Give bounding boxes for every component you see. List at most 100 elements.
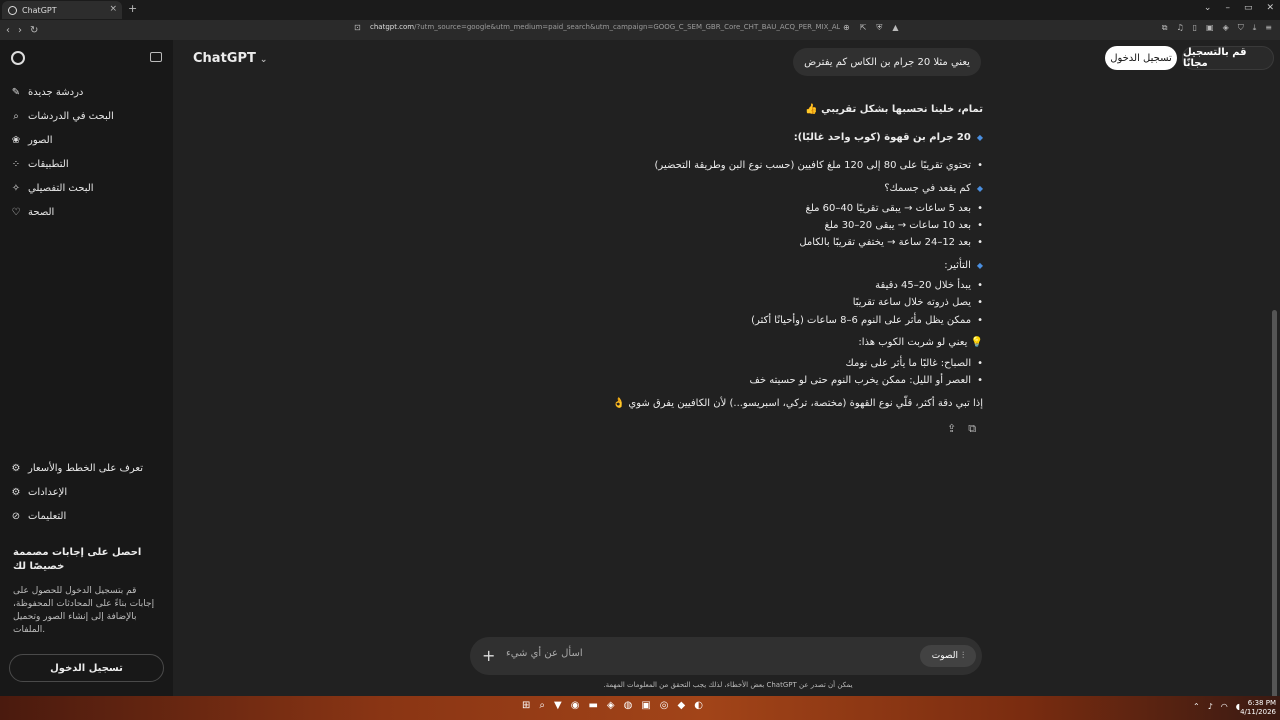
sidebar-item-label: تعرف على الخطط والأسعار xyxy=(28,462,144,474)
app-icon[interactable]: ◐ xyxy=(694,700,703,711)
response-closing: إذا تبي دقة أكثر، قلّي نوع القهوة (مختصة… xyxy=(612,398,983,409)
forward-icon[interactable]: › xyxy=(18,25,22,36)
sidebar-item-settings[interactable]: ⚙ الإعدادات xyxy=(10,481,165,503)
new-chat-icon: ✎ xyxy=(11,86,21,98)
sidebar-item-label: البحث في الدردشات xyxy=(28,110,114,122)
browser-tab[interactable]: ChatGPT × xyxy=(2,1,122,19)
terminal-icon[interactable]: ▣ xyxy=(641,700,650,711)
tab-title: ChatGPT xyxy=(22,5,57,15)
new-tab-button[interactable]: + xyxy=(128,2,137,15)
back-icon[interactable]: ‹ xyxy=(6,25,10,36)
microphone-icon[interactable]: ♪ xyxy=(1208,702,1213,711)
tray-chevron-icon[interactable]: ⌃ xyxy=(1193,702,1200,711)
sidebar-item-help[interactable]: ⊘ التعليمات xyxy=(10,505,165,527)
chatgpt-logo-icon[interactable] xyxy=(11,51,25,65)
model-switcher[interactable]: ChatGPT ⌄ xyxy=(193,51,267,66)
toolbar-icons: ⧉ ♫ ▯ ▣ ◈ ⛉ ⤓ ≡ xyxy=(1162,23,1272,33)
scrollbar[interactable] xyxy=(1272,310,1277,710)
steam-icon[interactable]: ◎ xyxy=(660,700,669,711)
images-icon: ❀ xyxy=(11,134,21,146)
list-item: •بعد 10 ساعات → يبقى 20–30 ملغ xyxy=(824,220,983,231)
app-icon[interactable]: ◍ xyxy=(624,700,633,711)
search-icon: ⌕ xyxy=(13,110,19,122)
section-title: 20 جرام بن قهوة (كوب واحد غالبًا): xyxy=(793,132,971,143)
shield-icon[interactable]: ⛨ xyxy=(876,23,882,33)
taskbar: ⊞ ⌕ ▼ ◉ ▬ ◈ ◍ ▣ ◎ ◆ ◐ ⌃ ♪ ◠ ◖ 6:38 PM 4/… xyxy=(0,696,1280,720)
sidebar-toggle-icon[interactable] xyxy=(150,52,162,62)
extension-icon[interactable]: ⧉ xyxy=(1162,23,1168,33)
discord-icon[interactable]: ◈ xyxy=(607,700,615,711)
list-item-text: الصباح: غالبًا ما يأثر على نومك xyxy=(845,358,972,369)
brave-rewards-icon[interactable]: ▲ xyxy=(892,23,898,33)
sidebar-item-search[interactable]: ⌕ البحث في الدردشات xyxy=(10,105,165,127)
promo-title: احصل على إجابات مصممة خصيصًا لك xyxy=(13,547,142,572)
sidebar-item-label: دردشة جديدة xyxy=(28,86,84,98)
file-explorer-icon[interactable]: ▬ xyxy=(588,700,597,711)
sidebar-item-health[interactable]: ♡ الصحة xyxy=(10,201,165,223)
vpn-icon[interactable]: ◈ xyxy=(1223,23,1229,33)
app-icon[interactable]: ◉ xyxy=(571,700,580,711)
menu-icon[interactable]: ≡ xyxy=(1265,23,1272,33)
list-item-text: بعد 10 ساعات → يبقى 20–30 ملغ xyxy=(824,220,972,231)
chatgpt-favicon-icon xyxy=(8,5,17,15)
sidebar-item-plans[interactable]: ⚙ تعرف على الخطط والأسعار xyxy=(10,457,165,479)
sidebar-item-images[interactable]: ❀ الصور xyxy=(10,129,165,151)
plans-icon: ⚙ xyxy=(11,462,21,474)
download-icon[interactable]: ⤓ xyxy=(1253,23,1257,33)
wifi-icon[interactable]: ◠ xyxy=(1221,702,1228,711)
list-item: •تحتوي تقريبًا على 80 إلى 120 ملغ كافيين… xyxy=(654,160,983,171)
sidebar-item-deep-research[interactable]: ✧ البحث التفصيلي xyxy=(10,177,165,199)
reload-icon[interactable]: ↻ xyxy=(30,25,38,36)
main-panel: ChatGPT ⌄ تسجيل الدخول قم بالتسجيل مجانًا… xyxy=(173,40,1280,710)
brand-name: ChatGPT xyxy=(193,51,256,66)
prompt-input[interactable]: اسأل عن أي شيء xyxy=(506,648,583,659)
response-section-4: 💡 يعني لو شربت الكوب هذا: xyxy=(858,337,983,348)
signup-button[interactable]: قم بالتسجيل مجانًا xyxy=(1182,46,1274,70)
section-title: التأثير: xyxy=(944,260,971,271)
list-item: •بعد 12–24 ساعة → يختفي تقريبًا بالكامل xyxy=(799,237,983,248)
address-bar-row: ‹ › ↻ ⊡ chatgpt.com/?utm_source=google&u… xyxy=(0,20,1280,40)
bookmark-icon[interactable]: ⊡ xyxy=(354,23,361,32)
share-response-icon[interactable]: ⇪ xyxy=(947,422,956,436)
voice-button[interactable]: الصوت ⫶ xyxy=(920,645,976,667)
diamond-bullet-icon: ◆ xyxy=(976,184,983,193)
sidebar-panel-icon[interactable]: ▯ xyxy=(1193,23,1197,33)
add-attachment-icon[interactable]: + xyxy=(482,646,495,665)
shield-toolbar-icon[interactable]: ⛉ xyxy=(1238,23,1244,33)
music-icon[interactable]: ♫ xyxy=(1176,23,1183,33)
list-item: •يصل ذروته خلال ساعة تقريبًا xyxy=(852,297,983,308)
chevron-down-icon: ⌄ xyxy=(259,55,268,65)
taskbar-search-icon[interactable]: ⌕ xyxy=(539,700,545,711)
deep-research-icon: ✧ xyxy=(11,182,21,194)
sidebar-login-button[interactable]: تسجيل الدخول xyxy=(9,654,164,682)
login-button[interactable]: تسجيل الدخول xyxy=(1105,46,1177,70)
zoom-icon[interactable]: ⊕ xyxy=(843,23,850,33)
browser-chrome: ChatGPT × + ⌄ – ▭ ✕ ‹ › ↻ ⊡ chatgpt.com/… xyxy=(0,0,1280,40)
apps-icon: ⁘ xyxy=(11,158,21,170)
tab-bar: ChatGPT × + ⌄ – ▭ ✕ xyxy=(0,0,1280,20)
diamond-bullet-icon: ◆ xyxy=(976,261,983,270)
url-field[interactable]: chatgpt.com/?utm_source=google&utm_mediu… xyxy=(370,23,840,31)
maximize-icon[interactable]: ▭ xyxy=(1244,3,1253,13)
sidebar-item-new-chat[interactable]: ✎ دردشة جديدة xyxy=(10,81,165,103)
list-item-text: يبدأ خلال 20–45 دقيقة xyxy=(875,280,972,291)
app-icon[interactable]: ◆ xyxy=(678,700,686,711)
help-icon: ⊘ xyxy=(11,510,21,522)
taskbar-apps: ⊞ ⌕ ▼ ◉ ▬ ◈ ◍ ▣ ◎ ◆ ◐ xyxy=(522,700,703,711)
wallet-icon[interactable]: ▣ xyxy=(1206,23,1214,33)
brave-browser-icon[interactable]: ▼ xyxy=(554,700,562,711)
tab-list-icon[interactable]: ⌄ xyxy=(1204,3,1212,13)
list-item-text: يصل ذروته خلال ساعة تقريبًا xyxy=(852,297,972,308)
sidebar-item-apps[interactable]: ⁘ التطبيقات xyxy=(10,153,165,175)
minimize-icon[interactable]: – xyxy=(1225,3,1230,13)
list-item: •الصباح: غالبًا ما يأثر على نومك xyxy=(845,358,983,369)
share-icon[interactable]: ⇱ xyxy=(860,23,867,33)
windows-start-icon[interactable]: ⊞ xyxy=(522,700,530,711)
close-window-icon[interactable]: ✕ xyxy=(1266,3,1274,13)
response-intro: تمام، خلينا نحسبها بشكل تقريبي 👍 xyxy=(805,104,983,115)
copy-icon[interactable]: ⧉ xyxy=(968,422,976,436)
taskbar-clock[interactable]: 6:38 PM 4/11/2026 xyxy=(1240,699,1276,717)
sidebar-item-label: التعليمات xyxy=(28,510,67,522)
close-tab-icon[interactable]: × xyxy=(109,4,117,14)
list-item: •بعد 5 ساعات → يبقى تقريبًا 40–60 ملغ xyxy=(805,203,984,214)
